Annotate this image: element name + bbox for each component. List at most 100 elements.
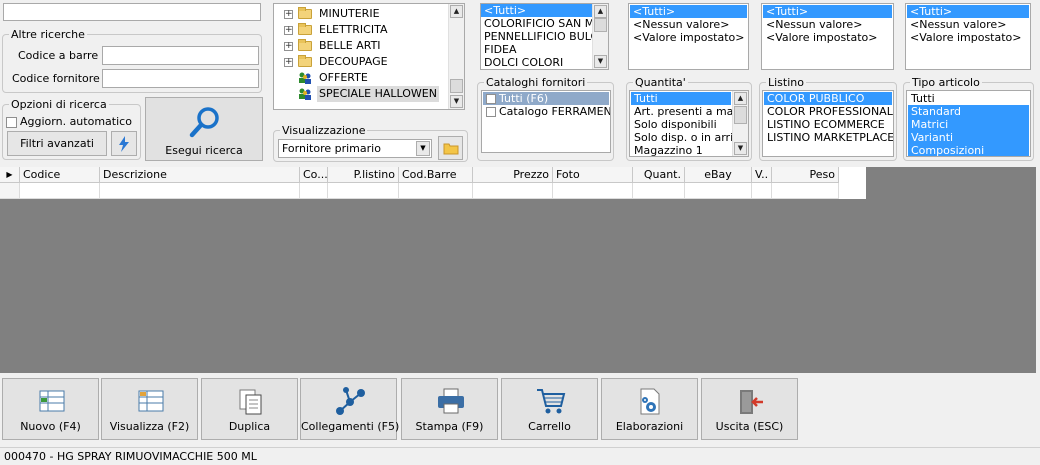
grid-cell[interactable] bbox=[20, 183, 100, 199]
grid-cell[interactable] bbox=[553, 183, 633, 199]
list-item[interactable]: COLOR PUBBLICO bbox=[764, 92, 892, 105]
grid-cell[interactable] bbox=[685, 183, 752, 199]
codice-fornitore-input[interactable] bbox=[102, 69, 259, 88]
list-item[interactable]: Tutti bbox=[631, 92, 731, 105]
list-item[interactable]: <Nessun valore> bbox=[763, 18, 892, 31]
grid-column-header[interactable]: Codice bbox=[20, 167, 100, 183]
list-item[interactable]: <Tutti> bbox=[907, 5, 1029, 18]
scroll-down-icon[interactable]: ▼ bbox=[450, 95, 463, 108]
list-item[interactable]: <Nessun valore> bbox=[907, 18, 1029, 31]
list-item[interactable]: Varianti bbox=[908, 131, 1029, 144]
fornitori-scrollbar[interactable]: ▲ ▼ bbox=[592, 4, 608, 69]
list-item[interactable]: <Nessun valore> bbox=[630, 18, 747, 31]
results-grid[interactable]: ▶ Codice Descrizione Co... P.listino Cod.Barr… bbox=[0, 167, 1036, 373]
list-item[interactable]: COLOR PROFESSIONAL bbox=[764, 105, 893, 118]
grid-cell[interactable] bbox=[328, 183, 399, 199]
grid-column-header[interactable]: eBay bbox=[685, 167, 752, 183]
tree-item[interactable]: OFFERTE bbox=[274, 70, 449, 86]
nuovo-button[interactable]: Nuovo (F4) bbox=[2, 378, 99, 440]
tree-item[interactable]: + DECOUPAGE bbox=[274, 54, 449, 70]
list-item-checkbox[interactable] bbox=[486, 94, 496, 104]
listino-list[interactable]: COLOR PUBBLICO COLOR PROFESSIONAL LISTINO … bbox=[762, 90, 894, 157]
esegui-ricerca-button[interactable]: Esegui ricerca bbox=[145, 97, 263, 161]
filtri-avanzati-button[interactable]: Filtri avanzati bbox=[7, 131, 107, 156]
grid-column-header[interactable]: Quant. bbox=[633, 167, 685, 183]
list-item[interactable]: Catalogo FERRAMENTA bbox=[483, 105, 610, 118]
list-item[interactable]: COLORIFICIO SAN MA bbox=[481, 17, 602, 30]
scroll-thumb[interactable] bbox=[594, 18, 607, 32]
quantita-scrollbar[interactable]: ▲ ▼ bbox=[732, 91, 748, 156]
list-item[interactable]: Standard bbox=[908, 105, 1029, 118]
list-item[interactable]: Art. presenti a magazzino bbox=[631, 105, 748, 118]
list-item[interactable]: <Valore impostato> bbox=[630, 31, 747, 44]
list-item[interactable]: Tutti bbox=[908, 92, 1029, 105]
open-folder-button[interactable] bbox=[438, 136, 463, 160]
scroll-thumb[interactable] bbox=[450, 79, 463, 93]
duplica-button[interactable]: Duplica bbox=[201, 378, 298, 440]
list-item[interactable]: <Valore impostato> bbox=[763, 31, 892, 44]
filter-list-2[interactable]: <Tutti> <Nessun valore> <Valore impostato> bbox=[761, 3, 894, 70]
carrello-button[interactable]: Carrello bbox=[501, 378, 598, 440]
list-item[interactable]: Tutti (F6) bbox=[483, 92, 609, 105]
category-tree[interactable]: + MINUTERIE + ELETTRICITA + BELLE ARTI + DECOUP… bbox=[273, 3, 465, 110]
scroll-up-icon[interactable]: ▲ bbox=[594, 5, 607, 18]
chevron-down-icon[interactable]: ▼ bbox=[416, 141, 430, 156]
expand-plus-icon[interactable]: + bbox=[284, 10, 293, 19]
stampa-button[interactable]: Stampa (F9) bbox=[401, 378, 498, 440]
grid-column-header[interactable]: Descrizione bbox=[100, 167, 300, 183]
grid-cell[interactable] bbox=[473, 183, 553, 199]
tree-item[interactable]: + MINUTERIE bbox=[274, 6, 449, 22]
grid-column-header[interactable]: Cod.Barre bbox=[399, 167, 473, 183]
aggiorn-checkbox[interactable]: Aggiorn. automatico bbox=[6, 115, 132, 129]
fornitori-list[interactable]: <Tutti> COLORIFICIO SAN MA PENNELLIFICIO B… bbox=[480, 3, 609, 70]
uscita-button[interactable]: Uscita (ESC) bbox=[701, 378, 798, 440]
lightning-button[interactable] bbox=[111, 131, 137, 156]
list-item[interactable]: LISTINO ECOMMERCE bbox=[764, 118, 892, 131]
expand-plus-icon[interactable]: + bbox=[284, 26, 293, 35]
scroll-up-icon[interactable]: ▲ bbox=[734, 92, 747, 105]
filter-list-3[interactable]: <Tutti> <Nessun valore> <Valore impostato> bbox=[905, 3, 1031, 70]
tree-item[interactable]: + BELLE ARTI bbox=[274, 38, 449, 54]
quantita-list[interactable]: TuttiArt. presenti a magazzinoSolo dispo… bbox=[629, 90, 749, 157]
grid-cell[interactable] bbox=[399, 183, 473, 199]
list-item-checkbox[interactable] bbox=[486, 107, 496, 117]
tipo-articolo-list[interactable]: Tutti Standard Matrici Varianti Composizioni bbox=[906, 90, 1031, 157]
scroll-down-icon[interactable]: ▼ bbox=[734, 142, 747, 155]
grid-column-header[interactable]: P.listino bbox=[328, 167, 399, 183]
list-item[interactable]: Solo disponibili bbox=[631, 118, 731, 131]
grid-column-header[interactable]: Foto bbox=[553, 167, 633, 183]
list-item[interactable]: DOLCI COLORI bbox=[481, 56, 592, 69]
list-item[interactable]: LISTINO MARKETPLACE bbox=[764, 131, 893, 144]
expand-plus-icon[interactable]: + bbox=[284, 42, 293, 51]
codice-barre-input[interactable] bbox=[102, 46, 259, 65]
list-item[interactable]: <Tutti> bbox=[481, 4, 592, 17]
top-search-input[interactable] bbox=[3, 3, 261, 21]
grid-column-header[interactable]: Prezzo bbox=[473, 167, 553, 183]
grid-column-header[interactable]: Co... bbox=[300, 167, 328, 183]
tree-scrollbar[interactable]: ▲ ▼ bbox=[448, 4, 464, 109]
list-item[interactable]: Matrici bbox=[908, 118, 1029, 131]
visualizza-button[interactable]: Visualizza (F2) bbox=[101, 378, 198, 440]
tree-item[interactable]: SPECIALE HALLOWEN bbox=[274, 86, 449, 102]
scroll-down-icon[interactable]: ▼ bbox=[594, 55, 607, 68]
list-item[interactable]: FIDEA bbox=[481, 43, 592, 56]
list-item[interactable]: PENNELLIFICIO BULO bbox=[481, 30, 599, 43]
scroll-up-icon[interactable]: ▲ bbox=[450, 5, 463, 18]
tree-item[interactable]: + ELETTRICITA bbox=[274, 22, 449, 38]
aggiorn-checkbox-box[interactable] bbox=[6, 116, 17, 128]
list-item[interactable]: Solo disp. o in arrivo bbox=[631, 131, 746, 144]
scroll-thumb[interactable] bbox=[734, 106, 747, 124]
grid-cell[interactable] bbox=[772, 183, 839, 199]
grid-column-header[interactable]: Peso bbox=[772, 167, 839, 183]
expand-plus-icon[interactable]: + bbox=[284, 58, 293, 67]
grid-cell[interactable] bbox=[300, 183, 328, 199]
elaborazioni-button[interactable]: Elaborazioni bbox=[601, 378, 698, 440]
list-item[interactable]: Composizioni bbox=[908, 144, 1029, 156]
grid-column-header[interactable]: V.. bbox=[752, 167, 772, 183]
list-item[interactable]: <Valore impostato> bbox=[907, 31, 1029, 44]
cataloghi-list[interactable]: Tutti (F6)Catalogo FERRAMENTA bbox=[481, 90, 611, 153]
list-item[interactable]: Magazzino 1 bbox=[631, 144, 731, 156]
grid-cell[interactable] bbox=[633, 183, 685, 199]
list-item[interactable]: <Tutti> bbox=[763, 5, 892, 18]
collegamenti-button[interactable]: Collegamenti (F5) bbox=[300, 378, 399, 440]
